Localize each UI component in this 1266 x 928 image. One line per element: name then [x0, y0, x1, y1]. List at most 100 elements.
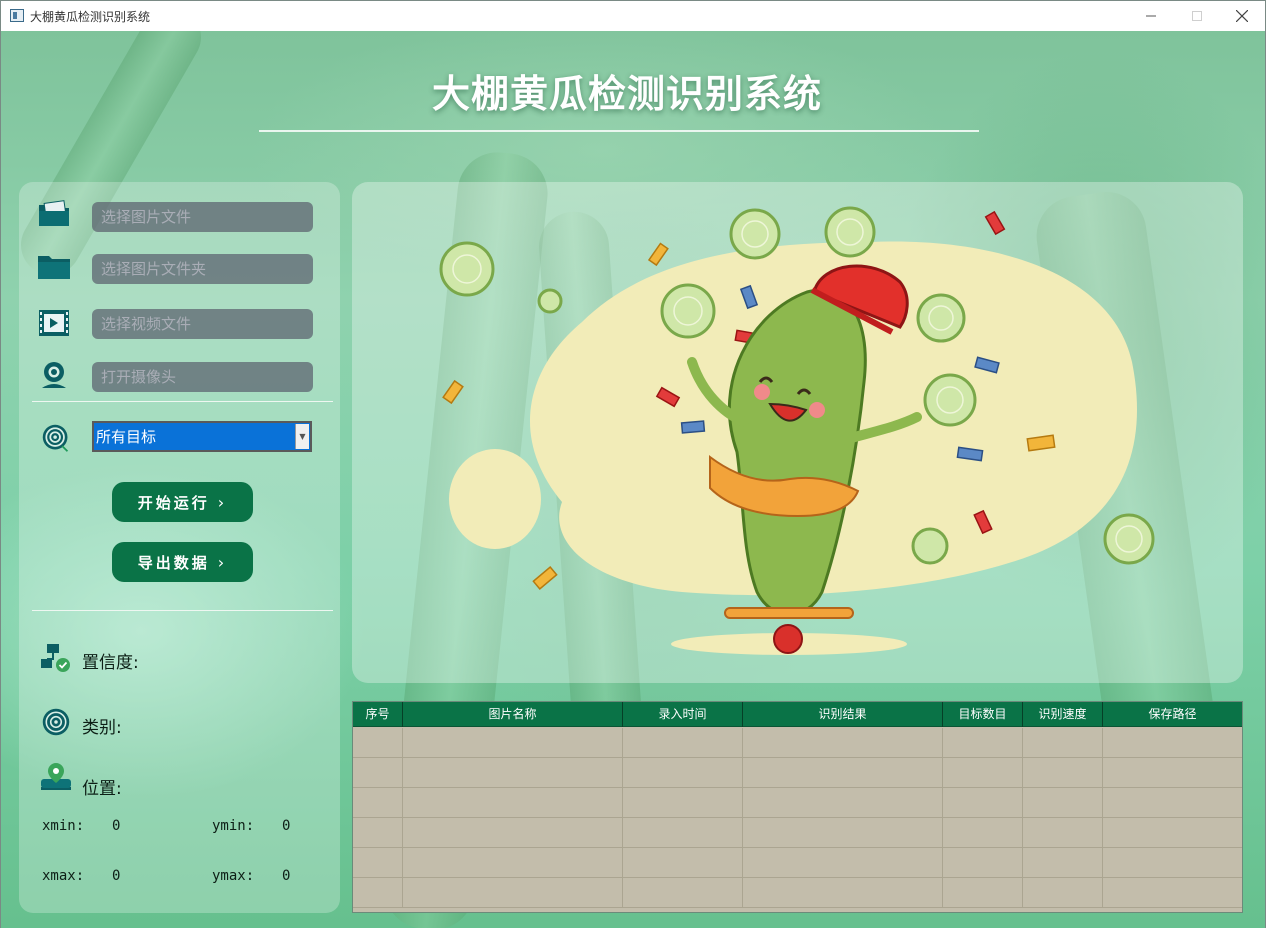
column-header-result[interactable]: 识别结果 — [743, 702, 943, 727]
table-cell[interactable] — [1023, 848, 1103, 878]
table-cell[interactable] — [403, 818, 623, 848]
chevron-right-icon: › — [217, 552, 228, 572]
table-cell[interactable] — [623, 758, 743, 788]
maximize-button[interactable] — [1174, 1, 1220, 31]
table-cell[interactable] — [943, 878, 1023, 908]
table-cell[interactable] — [743, 848, 943, 878]
table-cell[interactable] — [353, 848, 403, 878]
table-cell[interactable] — [1023, 788, 1103, 818]
title-bar: 大棚黄瓜检测识别系统 — [1, 1, 1265, 31]
table-header: 序号 图片名称 录入时间 识别结果 目标数目 识别速度 保存路径 — [353, 702, 1242, 727]
table-cell[interactable] — [623, 818, 743, 848]
camera-icon[interactable] — [37, 360, 71, 390]
table-cell[interactable] — [1103, 728, 1242, 758]
sidebar-divider — [32, 610, 333, 611]
table-cell[interactable] — [403, 848, 623, 878]
main-content: 大棚黄瓜检测识别系统 选择图片文件 选择图片文件夹 选择视频文件 打开摄像头 所… — [1, 31, 1265, 928]
table-cell[interactable] — [1103, 788, 1242, 818]
results-table[interactable]: 序号 图片名称 录入时间 识别结果 目标数目 识别速度 保存路径 — [352, 701, 1243, 913]
table-cell[interactable] — [403, 758, 623, 788]
table-cell[interactable] — [943, 728, 1023, 758]
table-cell[interactable] — [1103, 848, 1242, 878]
start-button[interactable]: 开始运行 › — [112, 482, 253, 522]
cucumber-mascot-illustration — [439, 206, 1155, 655]
video-file-input[interactable]: 选择视频文件 — [92, 309, 313, 339]
chevron-down-icon[interactable]: ▼ — [295, 424, 309, 449]
xmax-label: xmax: — [42, 868, 85, 884]
target-select[interactable]: 所有目标 ▼ — [92, 421, 312, 452]
table-cell[interactable] — [1023, 758, 1103, 788]
confidence-icon — [41, 644, 70, 672]
table-cell[interactable] — [1103, 878, 1242, 908]
table-cell[interactable] — [623, 788, 743, 818]
table-cell[interactable] — [403, 788, 623, 818]
table-cell[interactable] — [743, 758, 943, 788]
column-header-speed[interactable]: 识别速度 — [1023, 702, 1103, 727]
table-cell[interactable] — [943, 758, 1023, 788]
table-cell[interactable] — [623, 728, 743, 758]
table-row[interactable] — [353, 758, 1242, 788]
table-cell[interactable] — [943, 848, 1023, 878]
table-cell[interactable] — [743, 878, 943, 908]
table-row[interactable] — [353, 818, 1242, 848]
xmin-label: xmin: — [42, 818, 85, 834]
window-title: 大棚黄瓜检测识别系统 — [30, 10, 151, 24]
folder-icon[interactable] — [37, 252, 71, 282]
ymin-label: ymin: — [212, 818, 255, 834]
camera-input[interactable]: 打开摄像头 — [92, 362, 313, 392]
class-icon — [42, 708, 70, 736]
table-cell[interactable] — [743, 818, 943, 848]
target-select-value: 所有目标 — [96, 428, 157, 446]
image-file-icon[interactable] — [37, 199, 71, 229]
close-button[interactable] — [1219, 1, 1265, 31]
minimize-button[interactable] — [1128, 1, 1174, 31]
minimize-icon — [1146, 15, 1156, 17]
table-row[interactable] — [353, 848, 1242, 878]
table-cell[interactable] — [743, 728, 943, 758]
video-file-icon[interactable] — [37, 308, 71, 338]
table-cell[interactable] — [1103, 818, 1242, 848]
column-header-entry-time[interactable]: 录入时间 — [623, 702, 743, 727]
title-divider — [259, 130, 979, 132]
location-icon — [41, 763, 71, 790]
table-row[interactable] — [353, 878, 1242, 908]
export-button-label: 导出数据 — [137, 553, 210, 572]
table-cell[interactable] — [353, 788, 403, 818]
table-cell[interactable] — [353, 818, 403, 848]
target-icon — [42, 424, 69, 452]
column-header-save-path[interactable]: 保存路径 — [1103, 702, 1242, 727]
table-cell[interactable] — [1023, 818, 1103, 848]
class-label: 类别: — [82, 718, 122, 738]
table-cell[interactable] — [1103, 758, 1242, 788]
table-cell[interactable] — [353, 758, 403, 788]
app-icon — [10, 9, 24, 22]
app-window: 大棚黄瓜检测识别系统 大棚黄瓜检测识别系统 选择图片文件 选择图片文件夹 选择视… — [0, 0, 1266, 928]
table-cell[interactable] — [623, 878, 743, 908]
table-cell[interactable] — [403, 878, 623, 908]
sidebar-divider — [32, 401, 333, 402]
ymax-value: 0 — [282, 868, 291, 884]
table-cell[interactable] — [1023, 728, 1103, 758]
table-cell[interactable] — [353, 878, 403, 908]
table-row[interactable] — [353, 728, 1242, 758]
position-label: 位置: — [82, 779, 122, 799]
chevron-right-icon: › — [217, 492, 228, 512]
image-file-input[interactable]: 选择图片文件 — [92, 202, 313, 232]
table-row[interactable] — [353, 788, 1242, 818]
table-cell[interactable] — [623, 848, 743, 878]
table-cell[interactable] — [353, 728, 403, 758]
image-display-panel — [352, 182, 1243, 683]
table-cell[interactable] — [403, 728, 623, 758]
table-cell[interactable] — [743, 788, 943, 818]
export-button[interactable]: 导出数据 › — [112, 542, 253, 582]
table-cell[interactable] — [943, 818, 1023, 848]
column-header-target-count[interactable]: 目标数目 — [943, 702, 1023, 727]
image-folder-input[interactable]: 选择图片文件夹 — [92, 254, 313, 284]
xmin-value: 0 — [112, 818, 121, 834]
column-header-index[interactable]: 序号 — [353, 702, 403, 727]
table-cell[interactable] — [1023, 878, 1103, 908]
column-header-image-name[interactable]: 图片名称 — [403, 702, 623, 727]
table-cell[interactable] — [943, 788, 1023, 818]
page-title: 大棚黄瓜检测识别系统 — [431, 72, 822, 116]
start-button-label: 开始运行 — [137, 493, 210, 512]
